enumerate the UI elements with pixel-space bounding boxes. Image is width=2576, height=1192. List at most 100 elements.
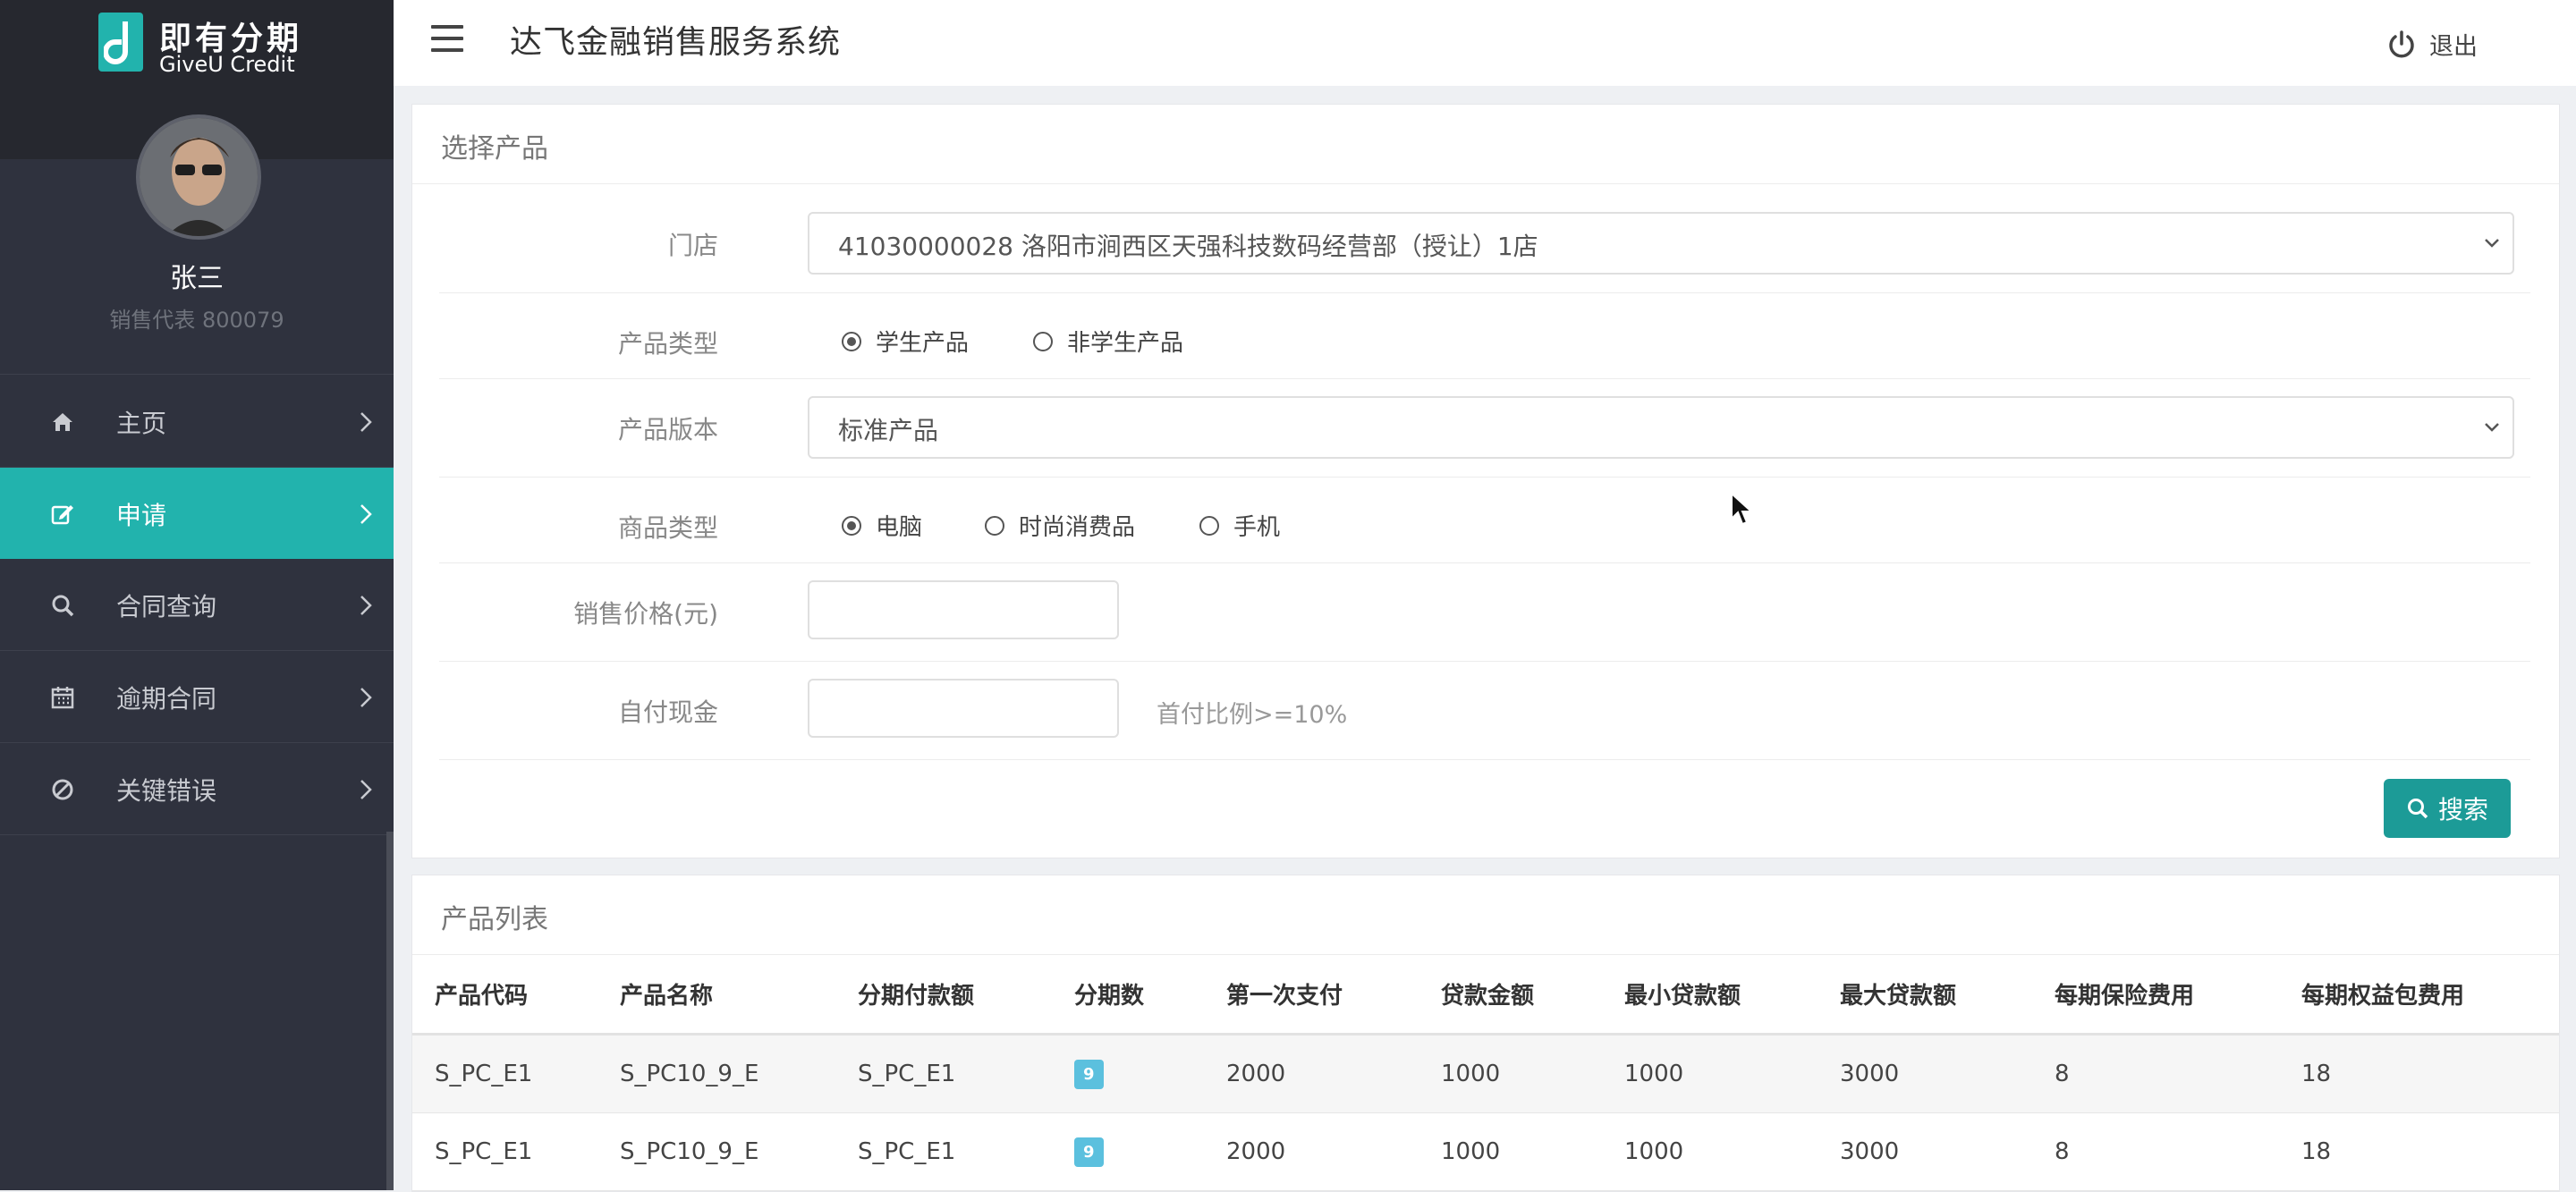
chevron-right-icon (360, 596, 372, 615)
table-cell: S_PC10_9_E (620, 1061, 759, 1087)
search-button[interactable]: 搜索 (2384, 779, 2511, 838)
chevron-right-icon (360, 504, 372, 524)
calendar-icon (51, 687, 74, 709)
chevron-down-icon (2485, 239, 2499, 248)
column-header[interactable]: 最大贷款额 (1840, 954, 1956, 1033)
product-version-value: 标准产品 (838, 416, 939, 445)
product-type-label: 产品类型 (617, 329, 718, 359)
table-cell: 18 (2301, 1061, 2332, 1087)
table-cell: S_PC_E1 (435, 1061, 533, 1087)
column-header[interactable]: 第一次支付 (1226, 954, 1343, 1033)
edit-icon (51, 505, 73, 525)
user-role: 销售代表 800079 (109, 308, 284, 333)
radio-fashion-goods[interactable]: 时尚消费品 (985, 509, 1135, 542)
sidebar-item-label: 合同查询 (116, 592, 217, 621)
radio-student-product[interactable]: 学生产品 (842, 325, 969, 358)
column-header[interactable]: 分期数 (1074, 954, 1144, 1033)
product-table: 产品代码 产品名称 分期付款额 分期数 第一次支付 贷款金额 最小贷款额 最大贷… (412, 954, 2559, 1191)
search-icon (2407, 799, 2428, 819)
table-cell: 2000 (1226, 1061, 1286, 1087)
sidebar-item-label: 逾期合同 (116, 684, 217, 714)
radio-unchecked-icon (1033, 331, 1053, 351)
store-label: 门店 (667, 231, 718, 260)
table-cell: 1000 (1441, 1061, 1501, 1087)
user-name: 张三 (170, 263, 224, 294)
row-divider (439, 292, 2530, 293)
radio-checked-icon (842, 515, 861, 536)
radio-label: 手机 (1233, 514, 1281, 541)
table-cell: S_PC10_9_E (620, 1138, 759, 1165)
avatar[interactable] (136, 114, 261, 240)
ban-icon (52, 779, 73, 800)
installment-badge: 9 (1074, 1059, 1104, 1089)
table-cell: 1000 (1624, 1138, 1684, 1165)
store-select[interactable]: 41030000028 洛阳市涧西区天强科技数码经营部（授让）1店 (808, 212, 2514, 275)
brand-logo[interactable]: 即有分期 GiveU Credit (98, 11, 304, 77)
chevron-right-icon (360, 780, 372, 799)
sale-price-label: 销售价格(元) (573, 599, 718, 629)
product-version-select[interactable]: 标准产品 (808, 396, 2514, 459)
table-cell: S_PC_E1 (858, 1138, 956, 1165)
column-header[interactable]: 贷款金额 (1441, 954, 1534, 1033)
table-cell: 9 (1074, 1113, 1104, 1190)
sidebar-nav: 主页 申请 合同查询 逾期合同 关键错误 (0, 376, 394, 835)
avatar-image (140, 118, 258, 236)
column-header[interactable]: 分期付款额 (858, 954, 974, 1033)
home-icon (53, 413, 72, 431)
table-cell: 1000 (1624, 1061, 1684, 1087)
table-row[interactable]: S_PC_E1 S_PC10_9_E S_PC_E1 9 2000 1000 1… (412, 1036, 2559, 1113)
table-cell: S_PC_E1 (435, 1138, 533, 1165)
sidebar-item-overdue-contracts[interactable]: 逾期合同 (0, 651, 394, 743)
goods-type-label: 商品类型 (617, 513, 718, 543)
nav-divider (0, 374, 394, 375)
sidebar-item-label: 关键错误 (116, 776, 217, 806)
panel-title: 产品列表 (441, 904, 548, 935)
table-cell: 1000 (1441, 1138, 1501, 1165)
down-payment-hint: 首付比例>=10% (1157, 701, 1348, 729)
radio-unchecked-icon (1199, 515, 1219, 536)
store-select-value: 41030000028 洛阳市涧西区天强科技数码经营部（授让）1店 (838, 232, 1538, 261)
table-cell: S_PC_E1 (858, 1061, 956, 1087)
table-cell: 3000 (1840, 1061, 1900, 1087)
row-divider (439, 378, 2530, 379)
radio-computer[interactable]: 电脑 (842, 509, 922, 542)
table-cell: 18 (2301, 1138, 2332, 1165)
logout-button[interactable]: 退出 (2386, 27, 2478, 62)
radio-non-student-product[interactable]: 非学生产品 (1033, 325, 1183, 358)
sale-price-input[interactable] (808, 580, 1119, 639)
mouse-cursor-icon (1731, 492, 1753, 526)
panel-header: 选择产品 (412, 105, 2559, 184)
column-header[interactable]: 产品名称 (620, 954, 713, 1033)
table-cell: 2000 (1226, 1138, 1286, 1165)
search-icon (52, 595, 74, 617)
sidebar-item-contract-query[interactable]: 合同查询 (0, 559, 394, 651)
menu-toggle-icon[interactable] (431, 25, 463, 54)
row-divider (439, 661, 2530, 662)
radio-label: 电脑 (876, 514, 923, 541)
sidebar-item-critical-errors[interactable]: 关键错误 (0, 743, 394, 835)
radio-checked-icon (842, 331, 861, 351)
search-button-label: 搜索 (2437, 795, 2488, 824)
table-row[interactable]: S_PC_E1 S_PC10_9_E S_PC_E1 9 2000 1000 1… (412, 1113, 2559, 1191)
row-divider (439, 477, 2530, 478)
sidebar-item-apply[interactable]: 申请 (0, 468, 394, 559)
sidebar-scrollbar[interactable] (386, 832, 394, 1190)
power-icon (2389, 30, 2414, 57)
sidebar-item-label: 申请 (116, 501, 167, 530)
column-header[interactable]: 每期权益包费用 (2301, 954, 2464, 1033)
sidebar-item-home[interactable]: 主页 (0, 376, 394, 468)
column-header[interactable]: 产品代码 (435, 954, 528, 1033)
logout-label: 退出 (2429, 33, 2478, 61)
down-payment-input[interactable] (808, 679, 1119, 738)
radio-mobile-phone[interactable]: 手机 (1199, 509, 1280, 542)
column-header[interactable]: 最小贷款额 (1624, 954, 1741, 1033)
radio-label: 非学生产品 (1067, 330, 1184, 357)
panel-header: 产品列表 (412, 875, 2559, 955)
column-header[interactable]: 每期保险费用 (2055, 954, 2194, 1033)
radio-unchecked-icon (985, 515, 1004, 536)
select-product-panel: 选择产品 门店 41030000028 洛阳市涧西区天强科技数码经营部（授让）1… (411, 104, 2560, 858)
top-bar: 达飞金融销售服务系统 退出 (394, 0, 2576, 86)
sidebar: 即有分期 GiveU Credit 张三 销售代表 800079 主页 申请 合… (0, 0, 394, 1190)
brand-name-en: GiveU Credit (159, 52, 295, 77)
chevron-right-icon (360, 412, 372, 432)
